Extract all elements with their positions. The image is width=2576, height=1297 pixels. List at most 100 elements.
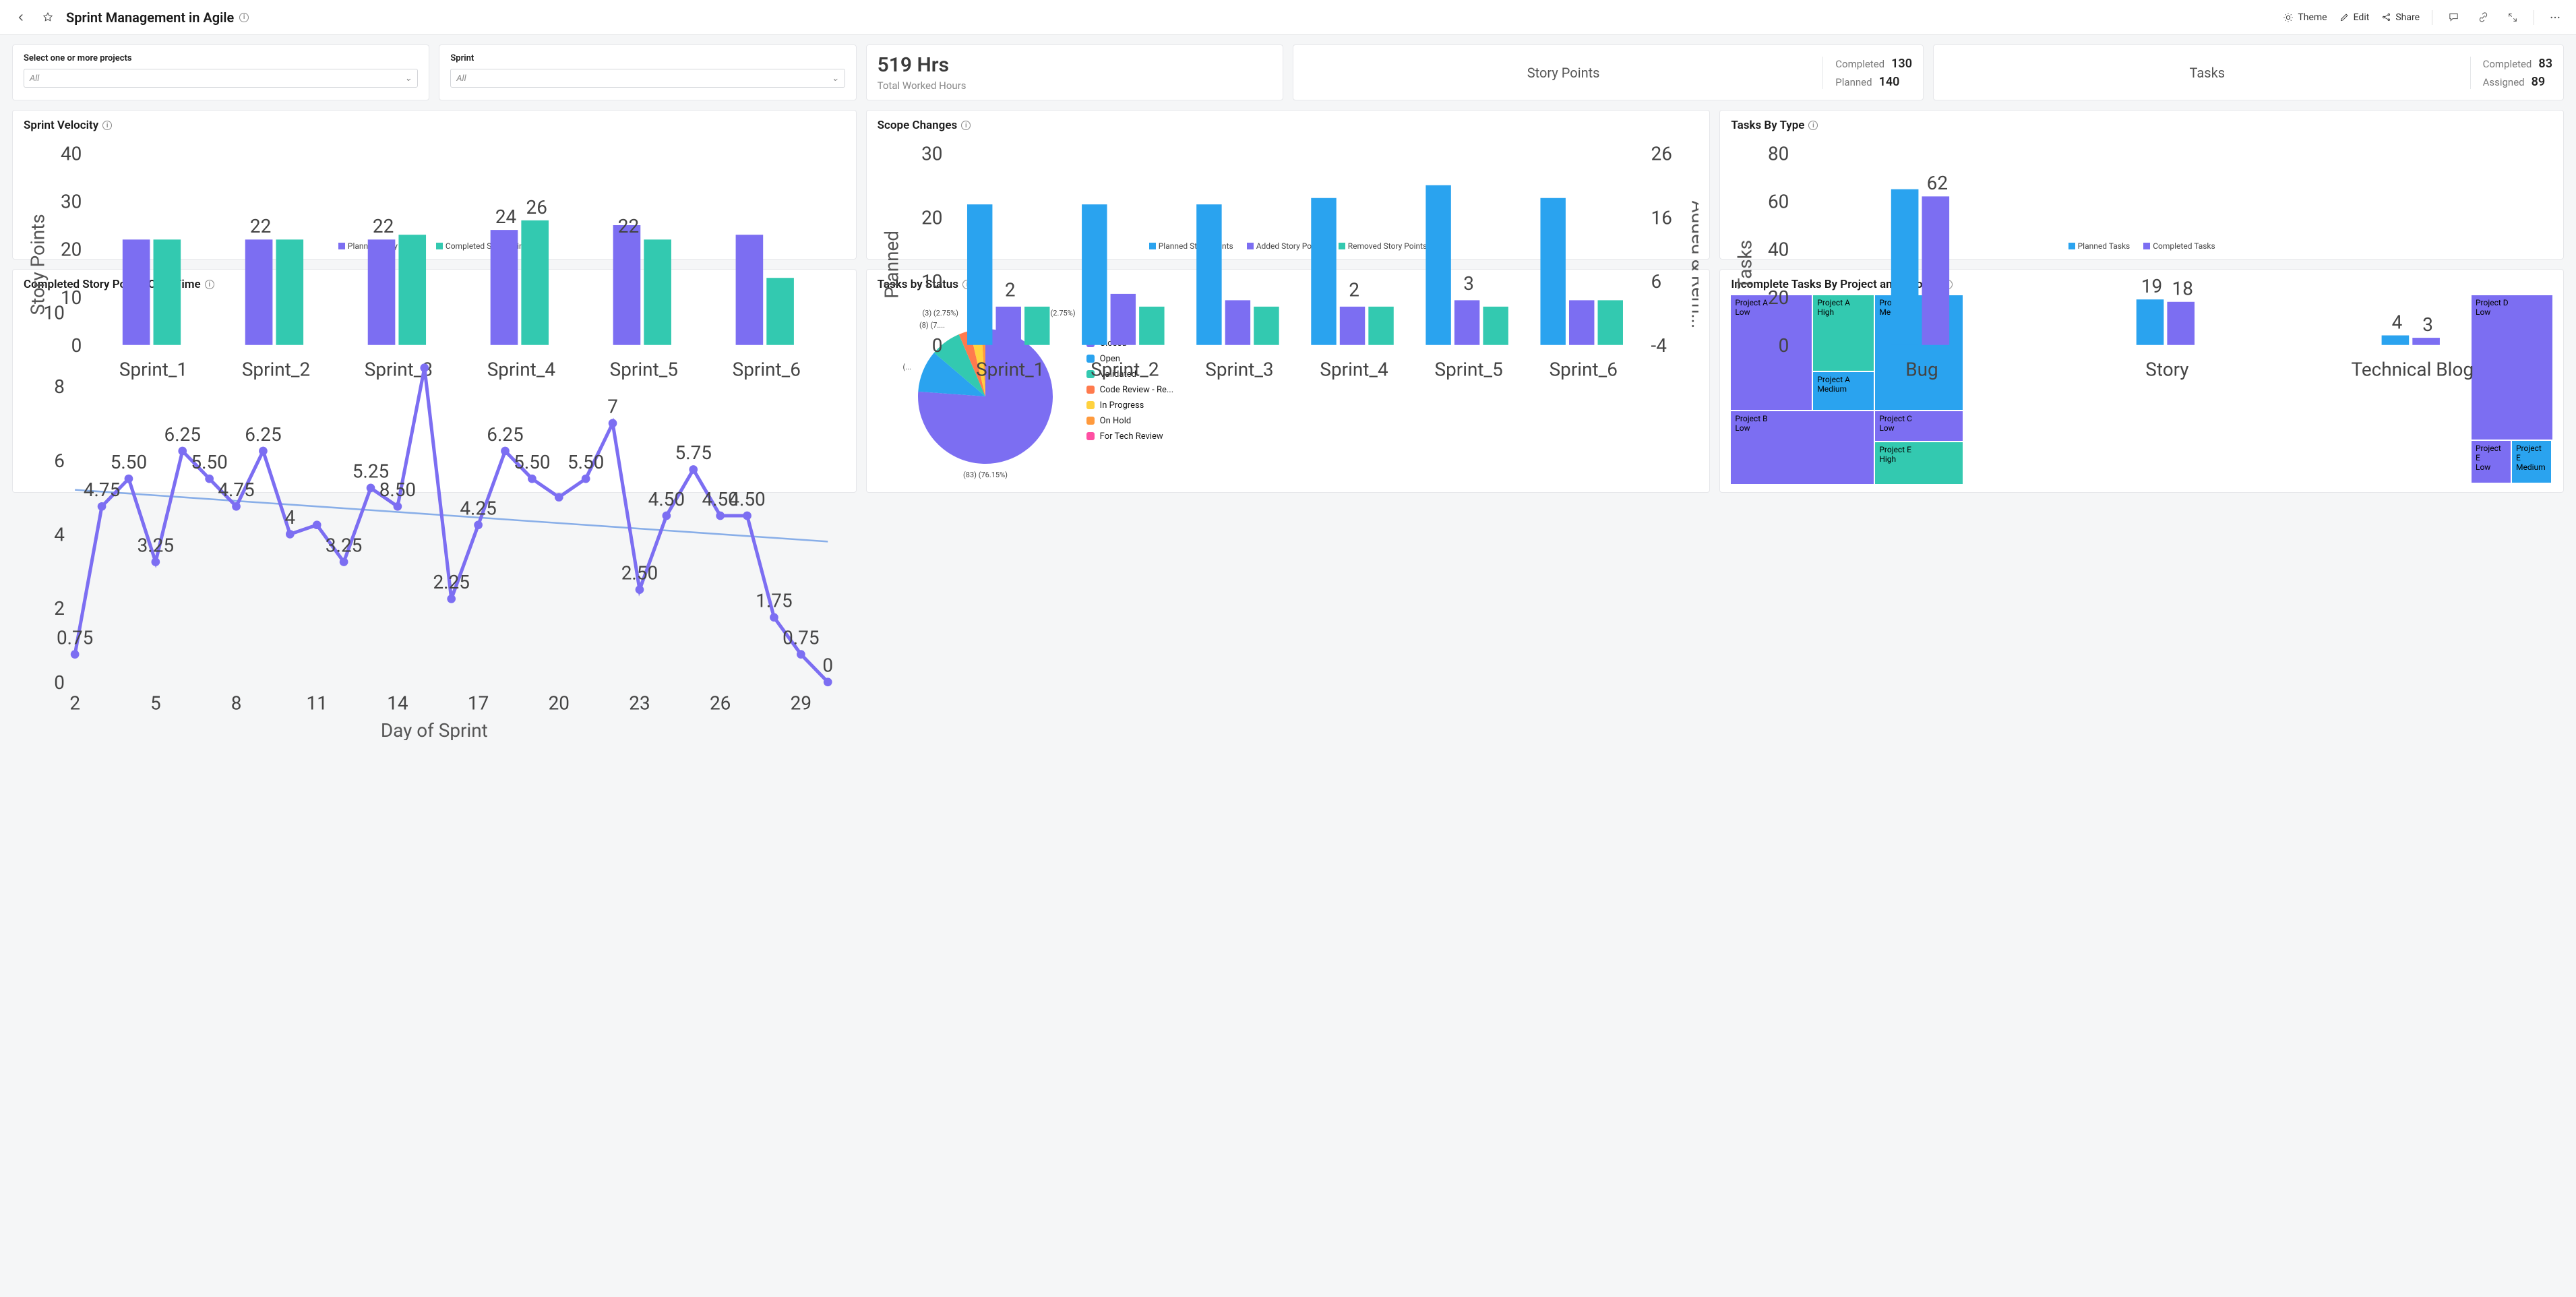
edit-button[interactable]: Edit — [2339, 12, 2370, 23]
svg-text:Tasks: Tasks — [1734, 240, 1756, 289]
chevron-down-icon: ⌄ — [404, 73, 412, 84]
svg-text:20: 20 — [1768, 286, 1789, 309]
svg-text:10: 10 — [921, 270, 942, 293]
svg-text:80: 80 — [1768, 143, 1789, 165]
svg-text:0.75: 0.75 — [783, 626, 819, 648]
back-icon[interactable] — [12, 9, 30, 26]
more-icon[interactable] — [2546, 9, 2564, 26]
svg-text:60: 60 — [1768, 191, 1789, 213]
treemap-cell[interactable]: Project EMedium — [2512, 441, 2551, 483]
completed-over-time-chart: 02468100.754.755.503.256.255.504.756.254… — [24, 295, 845, 740]
kpi-hours-value: 519 Hrs — [878, 53, 1272, 77]
svg-text:2.25: 2.25 — [433, 571, 469, 593]
svg-text:4.50: 4.50 — [648, 488, 685, 510]
svg-text:11: 11 — [307, 692, 328, 714]
svg-text:26: 26 — [1651, 143, 1672, 165]
info-icon[interactable]: i — [102, 121, 112, 130]
legend-item: On Hold — [1086, 416, 1174, 426]
completed-over-time-card: Completed Story Points Over Timei 024681… — [12, 269, 857, 493]
svg-text:26: 26 — [526, 196, 547, 218]
svg-text:20: 20 — [61, 239, 82, 261]
svg-text:19: 19 — [2141, 275, 2162, 297]
svg-text:22: 22 — [373, 215, 394, 237]
filter-projects-dropdown[interactable]: All ⌄ — [24, 69, 418, 88]
svg-text:5.75: 5.75 — [675, 442, 712, 464]
svg-text:20: 20 — [549, 692, 570, 714]
svg-text:0: 0 — [54, 671, 65, 694]
svg-text:30: 30 — [61, 191, 82, 213]
tasks-by-type-chart: 020406080TasksBugStoryTechnical Blog6219… — [1731, 136, 2552, 393]
svg-text:2.50: 2.50 — [621, 562, 658, 584]
svg-text:20: 20 — [921, 206, 942, 229]
top-toolbar: Sprint Management in Agile i Theme Edit … — [0, 0, 2576, 35]
scope-changes-chart: 0102030Planned-461626Added & Rem...Sprin… — [878, 136, 1699, 393]
svg-text:5: 5 — [150, 692, 161, 714]
tasks-by-type-card: Tasks By Typei 020406080TasksBugStoryTec… — [1719, 110, 2564, 260]
svg-text:0: 0 — [931, 334, 942, 357]
share-button[interactable]: Share — [2381, 12, 2420, 23]
svg-text:3.25: 3.25 — [137, 534, 174, 556]
svg-text:4.75: 4.75 — [218, 479, 254, 501]
svg-text:Technical Blog: Technical Blog — [2352, 358, 2474, 380]
chevron-down-icon: ⌄ — [832, 73, 839, 84]
svg-text:29: 29 — [791, 692, 811, 714]
filter-projects-card: Select one or more projects All ⌄ — [12, 44, 429, 100]
info-icon[interactable]: i — [1808, 121, 1818, 130]
svg-text:2: 2 — [1005, 279, 1016, 301]
svg-text:Bug: Bug — [1906, 358, 1938, 380]
svg-text:4.25: 4.25 — [460, 497, 496, 519]
treemap-cell[interactable]: Project ELow — [2472, 441, 2511, 483]
treemap-cell[interactable]: Project EHigh — [1875, 442, 1963, 484]
link-icon[interactable] — [2474, 9, 2492, 26]
svg-text:6.25: 6.25 — [487, 423, 523, 446]
star-icon[interactable] — [39, 9, 57, 26]
svg-text:40: 40 — [61, 143, 82, 165]
filter-sprint-label: Sprint — [450, 53, 845, 63]
legend-item: For Tech Review — [1086, 431, 1174, 442]
svg-text:0: 0 — [822, 655, 833, 677]
svg-text:6.25: 6.25 — [164, 423, 201, 446]
svg-text:2: 2 — [69, 692, 80, 714]
theme-button[interactable]: Theme — [2283, 12, 2327, 23]
svg-text:22: 22 — [618, 215, 639, 237]
svg-text:3.25: 3.25 — [326, 534, 362, 556]
info-icon[interactable]: i — [961, 121, 971, 130]
kpi-tasks-card: Tasks Completed83 Assigned89 — [1933, 44, 2564, 100]
svg-text:8.50: 8.50 — [379, 479, 416, 501]
kpi-storypoints-card: Story Points Completed130 Planned140 — [1293, 44, 1924, 100]
scope-changes-card: Scope Changesi 0102030Planned-461626Adde… — [866, 110, 1711, 260]
svg-text:2: 2 — [1349, 279, 1359, 301]
svg-text:2: 2 — [54, 597, 65, 620]
svg-text:17: 17 — [468, 692, 489, 714]
expand-icon[interactable] — [2504, 9, 2521, 26]
kpi-tasks-title: Tasks — [1944, 65, 2470, 81]
kpi-hours-label: Total Worked Hours — [878, 80, 1272, 92]
svg-text:4: 4 — [284, 506, 295, 529]
comment-icon[interactable] — [2445, 9, 2462, 26]
svg-text:40: 40 — [1768, 239, 1789, 261]
svg-text:23: 23 — [629, 692, 650, 714]
info-icon[interactable]: i — [239, 13, 249, 22]
svg-text:Sprint_4: Sprint_4 — [1320, 358, 1388, 380]
svg-text:Sprint_1: Sprint_1 — [976, 358, 1044, 380]
treemap-cell[interactable]: Project BLow — [1731, 411, 1874, 484]
svg-text:4.75: 4.75 — [84, 479, 120, 501]
legend-item: In Progress — [1086, 400, 1174, 411]
svg-text:Sprint_3: Sprint_3 — [1205, 358, 1273, 380]
svg-text:7: 7 — [607, 396, 618, 418]
svg-text:4: 4 — [2392, 311, 2403, 333]
svg-text:Sprint_6: Sprint_6 — [1549, 358, 1617, 380]
svg-text:3: 3 — [2423, 313, 2434, 336]
svg-text:8: 8 — [54, 375, 65, 398]
svg-text:3: 3 — [1463, 272, 1474, 295]
svg-text:1.75: 1.75 — [756, 590, 792, 612]
svg-text:8: 8 — [231, 692, 242, 714]
svg-text:0: 0 — [1779, 334, 1789, 357]
svg-text:62: 62 — [1927, 172, 1948, 194]
page-title-text: Sprint Management in Agile — [66, 9, 234, 26]
filter-sprint-card: Sprint All ⌄ — [439, 44, 856, 100]
treemap-cell[interactable]: Project CLow — [1875, 411, 1963, 441]
svg-text:Planned: Planned — [880, 231, 902, 299]
filter-sprint-dropdown[interactable]: All ⌄ — [450, 69, 845, 88]
svg-text:Added & Rem...: Added & Rem... — [1687, 200, 1698, 328]
